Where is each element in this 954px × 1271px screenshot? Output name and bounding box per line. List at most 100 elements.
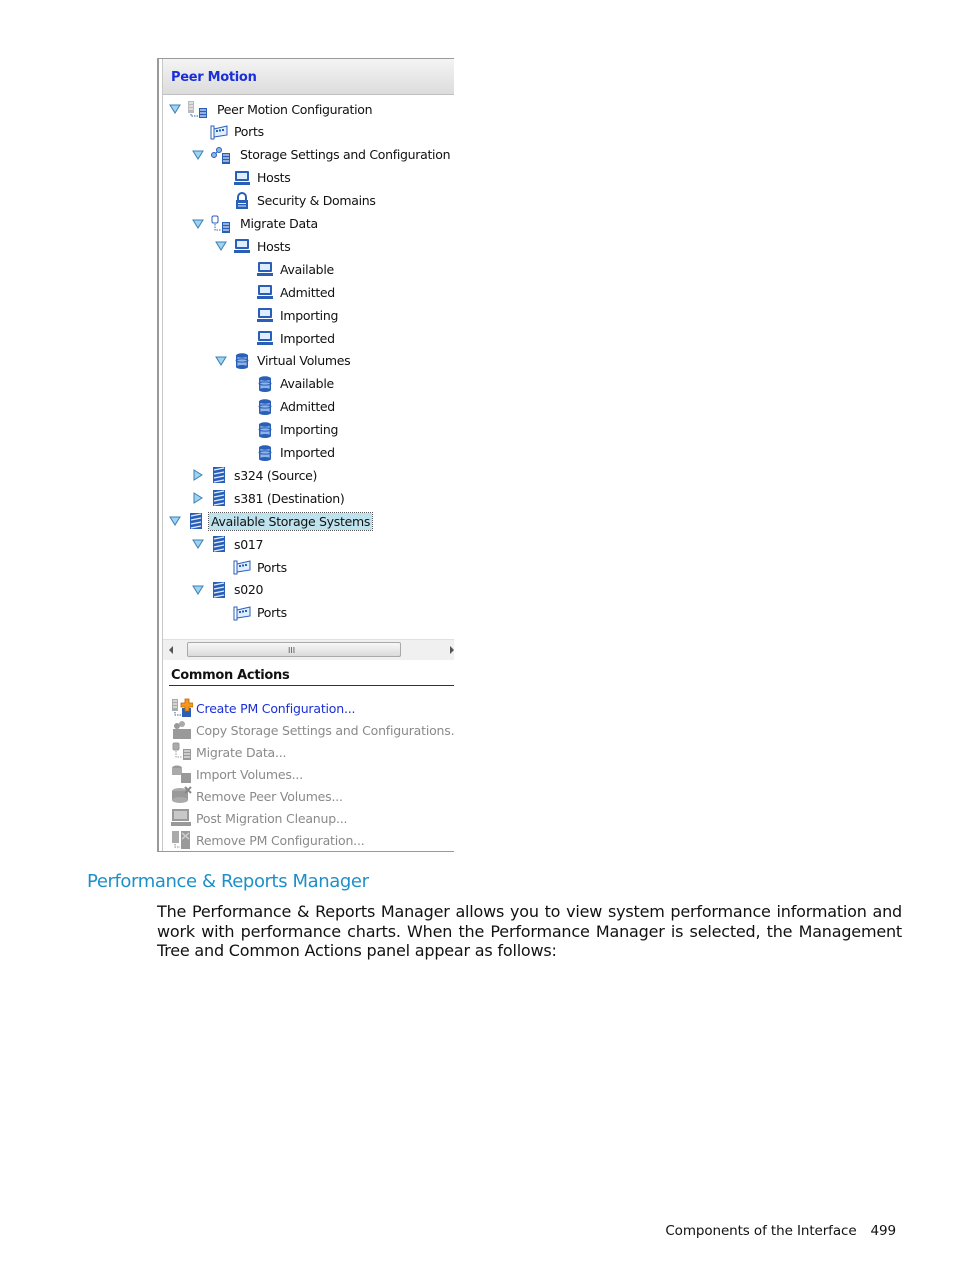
- storage-system-icon: [210, 489, 228, 507]
- tree-node-label: Peer Motion Configuration: [217, 101, 373, 117]
- tree-node-label: s324 (Source): [234, 467, 318, 483]
- tree-node-label: Security & Domains: [257, 193, 376, 209]
- tree-node[interactable]: Hosts: [215, 236, 292, 256]
- ports-icon: [233, 604, 251, 622]
- volume-icon: [256, 375, 274, 393]
- tree-node[interactable]: Imported: [238, 328, 337, 348]
- common-action-item[interactable]: Import Volumes...: [171, 763, 454, 785]
- ports-icon: [210, 123, 228, 141]
- host-icon: [256, 260, 274, 278]
- body-paragraph: The Performance & Reports Manager allows…: [157, 902, 902, 960]
- collapse-arrow-icon[interactable]: [215, 355, 227, 367]
- tree-node-label: Hosts: [257, 238, 291, 254]
- tree-node-label: Ports: [257, 605, 287, 621]
- common-actions-title: Common Actions: [171, 668, 290, 683]
- tree-node[interactable]: Importing: [238, 420, 340, 440]
- peer-motion-panel: Peer Motion Peer Motion Configuration Por…: [162, 59, 454, 851]
- tree-node[interactable]: Virtual Volumes: [215, 351, 352, 371]
- peer-motion-screenshot: Peer Motion Peer Motion Configuration Por…: [157, 58, 454, 852]
- tree-node[interactable]: Storage Settings and Configuration: [192, 145, 452, 165]
- common-action-item[interactable]: Copy Storage Settings and Configurations…: [171, 719, 454, 741]
- footer-text: Components of the Interface: [665, 1223, 857, 1239]
- common-action-label: Remove PM Configuration...: [196, 832, 365, 848]
- common-action-item[interactable]: Remove Peer Volumes...: [171, 785, 454, 807]
- storage-system-icon: [210, 466, 228, 484]
- ports-icon: [233, 558, 251, 576]
- tree-node[interactable]: Ports: [215, 603, 289, 623]
- tree-node[interactable]: Available Storage Systems: [169, 511, 374, 531]
- common-action-item[interactable]: Remove PM Configuration...: [171, 829, 454, 851]
- tree-node[interactable]: s381 (Destination): [192, 488, 346, 508]
- tree-node[interactable]: Admitted: [238, 282, 337, 302]
- tree-node[interactable]: Hosts: [215, 168, 292, 188]
- tree-node[interactable]: s017: [192, 534, 265, 554]
- storage-system-icon: [210, 581, 228, 599]
- section-title: Performance & Reports Manager: [87, 871, 369, 892]
- tree-node-label: Admitted: [280, 399, 335, 415]
- common-action-label: Create PM Configuration...: [196, 700, 356, 716]
- storage-system-icon: [187, 512, 205, 530]
- cleanup-icon: [171, 808, 193, 828]
- common-action-label: Migrate Data...: [196, 744, 287, 760]
- tree-node[interactable]: s324 (Source): [192, 465, 319, 485]
- tree-node-label: Ports: [234, 124, 264, 140]
- tree-node[interactable]: Ports: [192, 122, 266, 142]
- collapse-arrow-icon[interactable]: [169, 515, 181, 527]
- tree-node[interactable]: Available: [238, 374, 336, 394]
- common-action-label: Copy Storage Settings and Configurations…: [196, 722, 454, 738]
- tree-node[interactable]: Peer Motion Configuration: [169, 99, 374, 119]
- tree-node[interactable]: Security & Domains: [215, 191, 378, 211]
- tree-node[interactable]: Imported: [238, 443, 337, 463]
- tree-node-label: Imported: [280, 445, 335, 460]
- create-config-icon: [171, 698, 194, 718]
- collapse-arrow-icon[interactable]: [215, 240, 227, 252]
- tree-node-label: Available: [280, 376, 334, 392]
- migrate-data-icon: [210, 215, 234, 233]
- host-icon: [256, 283, 274, 301]
- scroll-left-arrow-icon[interactable]: [169, 646, 173, 654]
- collapse-arrow-icon[interactable]: [192, 218, 204, 230]
- remove-volumes-icon: [171, 786, 193, 806]
- pm-config-icon: [187, 100, 211, 118]
- volume-icon: [256, 421, 274, 439]
- common-action-label: Remove Peer Volumes...: [196, 788, 343, 804]
- collapse-arrow-icon[interactable]: [192, 538, 204, 550]
- scroll-right-arrow-icon[interactable]: [450, 646, 454, 654]
- volume-icon: [256, 444, 274, 462]
- scrollbar-grip: III: [288, 646, 296, 655]
- common-action-item[interactable]: Create PM Configuration...: [171, 697, 454, 719]
- tree-node-label: Admitted: [280, 284, 335, 300]
- tree-node-label: Available Storage Systems: [207, 511, 374, 531]
- expand-arrow-icon[interactable]: [192, 469, 204, 482]
- common-action-item[interactable]: Post Migration Cleanup...: [171, 807, 454, 829]
- panel-header: Peer Motion: [163, 59, 454, 95]
- expand-arrow-icon[interactable]: [192, 492, 204, 505]
- host-icon: [233, 169, 251, 187]
- tree-node[interactable]: s020: [192, 580, 265, 600]
- tree-node-label: Storage Settings and Configuration: [240, 147, 451, 163]
- tree-node-label: Importing: [280, 422, 339, 438]
- collapse-arrow-icon[interactable]: [192, 149, 204, 161]
- tree-node-label: Importing: [280, 307, 339, 323]
- scrollbar-thumb[interactable]: III: [187, 642, 401, 657]
- tree-node[interactable]: Admitted: [238, 397, 337, 417]
- copy-settings-icon: [171, 720, 193, 740]
- tree-node[interactable]: Available: [238, 259, 336, 279]
- volume-icon: [256, 398, 274, 416]
- storage-system-icon: [210, 535, 228, 553]
- common-action-label: Import Volumes...: [196, 766, 303, 782]
- remove-config-icon: [171, 830, 193, 850]
- collapse-arrow-icon[interactable]: [192, 584, 204, 596]
- tree-node-label: Migrate Data: [240, 216, 318, 231]
- tree-node[interactable]: Migrate Data: [192, 214, 320, 234]
- common-actions-divider: [169, 685, 454, 686]
- tree-node-label: Available: [280, 261, 334, 277]
- tree-node[interactable]: Ports: [215, 557, 289, 577]
- tree-node-label: s381 (Destination): [234, 490, 345, 506]
- collapse-arrow-icon[interactable]: [169, 103, 181, 115]
- common-action-item[interactable]: Migrate Data...: [171, 741, 454, 763]
- host-icon: [233, 237, 251, 255]
- tree-node[interactable]: Importing: [238, 305, 340, 325]
- tree-node-label: s020: [234, 582, 264, 598]
- horizontal-scrollbar[interactable]: III: [163, 639, 454, 660]
